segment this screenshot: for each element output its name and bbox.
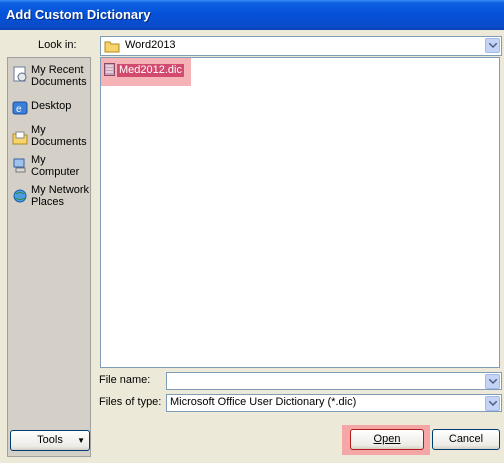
svg-text:e: e (16, 104, 22, 115)
place-label: My Documents (31, 124, 87, 148)
look-in-value: Word2013 (125, 39, 176, 51)
network-places-icon (13, 189, 27, 203)
recent-documents-icon (13, 66, 27, 82)
cancel-label: Cancel (448, 433, 484, 445)
add-custom-dictionary-dialog: Add Custom Dictionary Look in: Word2013 … (0, 0, 504, 463)
open-label: Open (373, 433, 401, 445)
file-name-input[interactable] (166, 372, 502, 390)
chevron-down-icon[interactable] (485, 38, 500, 53)
place-my-documents[interactable]: My Documents (11, 124, 91, 154)
file-name-label: File name: (99, 374, 151, 386)
file-list[interactable]: Med2012.dic (100, 57, 500, 368)
chevron-down-icon[interactable] (485, 374, 500, 389)
look-in-label: Look in: (38, 39, 77, 51)
place-label: My Computer (31, 154, 80, 178)
file-type-value: Microsoft Office User Dictionary (*.dic) (170, 396, 357, 408)
dictionary-file-icon (104, 63, 115, 76)
place-my-computer[interactable]: My Computer (11, 154, 91, 184)
look-in-dropdown[interactable]: Word2013 (100, 36, 502, 56)
open-button[interactable]: Open (350, 429, 424, 450)
place-my-recent-documents[interactable]: My Recent Documents (11, 64, 91, 94)
folder-icon (104, 41, 120, 53)
place-label: My Recent Documents (31, 64, 87, 88)
dropdown-arrow-icon: ▼ (77, 436, 85, 445)
file-name-label: Med2012.dic (117, 64, 184, 77)
place-label: My Network Places (31, 184, 90, 208)
my-documents-icon (12, 131, 28, 145)
tools-button[interactable]: Tools ▼ (10, 430, 90, 451)
tools-label: Tools (37, 434, 63, 446)
my-computer-icon (13, 158, 26, 173)
cancel-button[interactable]: Cancel (432, 429, 500, 450)
file-item-med2012[interactable]: Med2012.dic (101, 58, 191, 86)
file-type-dropdown[interactable]: Microsoft Office User Dictionary (*.dic) (166, 394, 502, 412)
file-type-label: Files of type: (99, 396, 162, 408)
title-bar[interactable]: Add Custom Dictionary (0, 0, 504, 30)
places-bar: My Recent Documents e Desktop My Documen… (7, 57, 91, 457)
dialog-title: Add Custom Dictionary (6, 7, 151, 22)
place-my-network-places[interactable]: My Network Places (11, 184, 91, 214)
chevron-down-icon[interactable] (485, 396, 500, 411)
desktop-icon: e (12, 101, 28, 115)
place-label: Desktop (31, 100, 72, 112)
